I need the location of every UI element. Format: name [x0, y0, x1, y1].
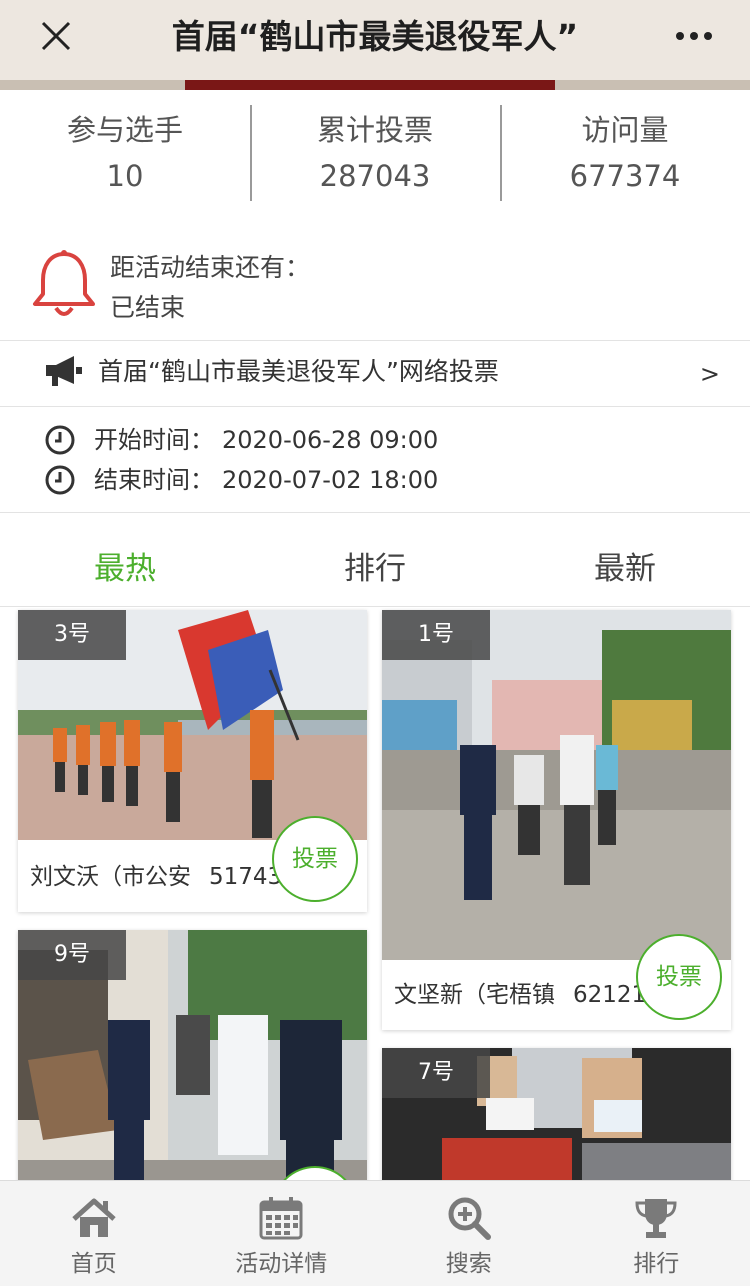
tab-ranking[interactable]: 排行	[250, 528, 500, 606]
contestant-name-row: 刘文沃（市公安 51743	[30, 860, 282, 894]
announcement-row[interactable]: 首届“鹤山市最美退役军人”网络投票 >	[0, 342, 750, 406]
search-icon	[448, 1197, 491, 1240]
more-icon[interactable]	[674, 26, 714, 46]
bell-icon	[33, 250, 95, 316]
bottom-tab-label: 首页	[70, 1251, 117, 1277]
sort-tabs: 最热 排行 最新	[0, 528, 750, 606]
contestant-card[interactable]: 7号	[382, 1048, 731, 1180]
stat-visits: 访问量 677374	[500, 90, 750, 220]
contestant-photo[interactable]	[382, 610, 731, 960]
stat-label: 参与选手	[66, 113, 183, 147]
divider	[0, 406, 750, 407]
contestant-name: 文坚新（宅梧镇	[394, 982, 555, 1008]
contestant-number-badge: 3号	[18, 610, 126, 660]
end-time-label: 结束时间：	[94, 466, 214, 494]
top-navbar: 首届“鹤山市最美退役军人”	[0, 0, 750, 80]
bottom-tab-label: 活动详情	[235, 1251, 328, 1277]
announcement-text: 首届“鹤山市最美退役军人”网络投票	[98, 357, 499, 386]
contestant-number-badge: 9号	[18, 930, 126, 980]
divider	[0, 512, 750, 513]
stat-value: 677374	[569, 159, 681, 193]
stat-value: 10	[106, 159, 144, 193]
calendar-icon	[259, 1197, 303, 1240]
close-icon[interactable]	[36, 16, 76, 56]
bottom-tab-label: 排行	[633, 1251, 680, 1277]
vote-count: 51743	[209, 864, 283, 890]
clock-icon	[45, 465, 75, 495]
contestant-number-badge: 7号	[382, 1048, 490, 1098]
bottom-tab-home[interactable]: 首页	[0, 1181, 188, 1286]
divider	[0, 606, 750, 607]
contestant-name-row: 文坚新（宅梧镇 62121	[394, 978, 646, 1012]
bottom-tab-bar: 首页 活动详情 搜索 排行	[0, 1180, 750, 1286]
vote-button[interactable]: 投票	[272, 816, 358, 902]
home-icon	[72, 1198, 116, 1237]
time-section: 开始时间： 2020-06-28 09:00 结束时间： 2020-07-02 …	[0, 408, 750, 512]
bottom-tab-label: 搜索	[445, 1251, 492, 1277]
page-title: 首届“鹤山市最美退役军人”	[171, 17, 579, 56]
countdown-value: 已结束	[110, 293, 186, 322]
bottom-tab-search[interactable]: 搜索	[375, 1181, 563, 1286]
contestant-card[interactable]: 1号 文坚新（宅梧镇 62121 投票	[382, 610, 731, 1030]
contestant-name: 刘文沃（市公安	[30, 864, 191, 890]
contestant-card[interactable]: 3号 刘文沃（市公安 51743 投票	[18, 610, 367, 912]
end-time-value: 2020-07-02 18:00	[222, 466, 439, 494]
stat-label: 累计投票	[316, 113, 433, 147]
countdown-section: 距活动结束还有： 已结束	[0, 240, 750, 340]
stats-panel: 参与选手 10 累计投票 287043 访问量 677374	[0, 90, 750, 220]
stat-contestants: 参与选手 10	[0, 90, 250, 220]
countdown-label: 距活动结束还有：	[110, 253, 311, 282]
tab-newest[interactable]: 最新	[500, 528, 750, 606]
stat-label: 访问量	[581, 113, 669, 147]
trophy-icon	[635, 1199, 677, 1238]
stat-total-votes: 累计投票 287043	[250, 90, 500, 220]
vote-button[interactable]: 投票	[636, 934, 722, 1020]
bottom-tab-ranking[interactable]: 排行	[563, 1181, 750, 1286]
clock-icon	[45, 425, 75, 455]
contestant-grid: 3号 刘文沃（市公安 51743 投票 1号 文坚新（宅梧镇 62121 投票 …	[0, 608, 750, 1180]
banner-strip	[0, 80, 750, 90]
divider	[0, 340, 750, 341]
chevron-right-icon: >	[699, 360, 720, 388]
contestant-number-badge: 1号	[382, 610, 490, 660]
megaphone-icon	[46, 356, 82, 386]
bottom-tab-details[interactable]: 活动详情	[188, 1181, 376, 1286]
contestant-card[interactable]: 9号 投票	[18, 930, 367, 1180]
start-time-label: 开始时间：	[94, 426, 214, 454]
tab-hottest[interactable]: 最热	[0, 528, 250, 606]
vote-count: 62121	[573, 982, 647, 1008]
stat-value: 287043	[319, 159, 431, 193]
start-time-value: 2020-06-28 09:00	[222, 426, 439, 454]
